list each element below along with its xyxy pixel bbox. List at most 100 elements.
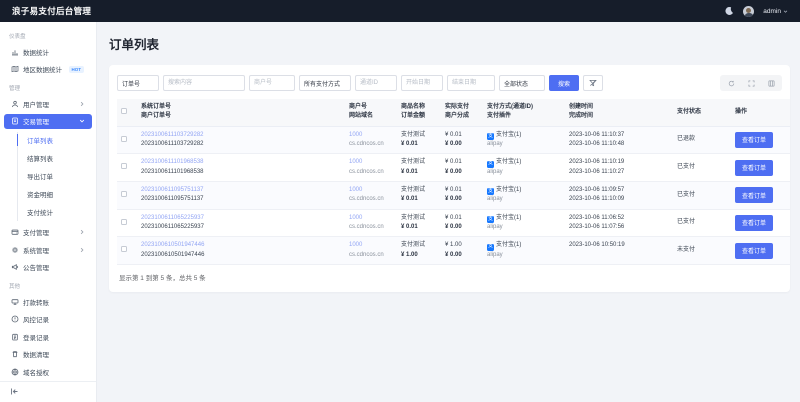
column-settings-icon[interactable]: [761, 76, 781, 90]
row-checkbox[interactable]: [121, 191, 127, 197]
row-checkbox[interactable]: [121, 163, 127, 169]
chevron-right-icon: [79, 229, 85, 235]
sidebar-item-pay-manage[interactable]: 支付管理: [4, 224, 92, 240]
page-title: 订单列表: [109, 34, 790, 53]
created-time: 2023-10-06 10:50:19: [569, 241, 669, 250]
sidebar-subitem-export-order[interactable]: 导出订单: [0, 167, 96, 185]
col-product: 商品名称订单金额: [397, 99, 441, 126]
row-checkbox[interactable]: [121, 136, 127, 142]
avatar[interactable]: [743, 6, 754, 17]
system-order-no-link[interactable]: 2023100611101968538: [141, 158, 341, 167]
col-pay-method: 支付方式(通道ID)支付插件: [483, 99, 565, 126]
view-order-button[interactable]: 查看订单: [735, 132, 773, 148]
merchant-id-link[interactable]: 1000: [349, 186, 393, 195]
pay-plugin: alipay: [487, 168, 561, 177]
alipay-icon: 支: [487, 188, 494, 195]
sidebar-subitem-settle-list[interactable]: 结算列表: [0, 149, 96, 167]
created-time: 2023-10-06 11:06:52: [569, 214, 669, 223]
sidebar-item-user-manage[interactable]: 用户管理: [4, 96, 92, 112]
sidebar-item-transfer[interactable]: 打款转账: [4, 294, 92, 310]
sidebar-item-data-clean[interactable]: 数据清理: [4, 346, 92, 362]
collapse-sidebar-icon[interactable]: [10, 387, 19, 396]
created-time: 2023-10-06 11:10:37: [569, 131, 669, 140]
select-all-checkbox[interactable]: [121, 108, 127, 114]
completed-time: 2023-10-06 11:10:27: [569, 168, 669, 177]
status-select[interactable]: 全部状态: [499, 75, 545, 91]
sidebar-subitem-fund-detail[interactable]: 资金明细: [0, 185, 96, 203]
chevron-down-icon: [79, 118, 85, 124]
user-menu[interactable]: admin: [763, 8, 788, 15]
view-order-button[interactable]: 查看订单: [735, 187, 773, 203]
clear-filter-button[interactable]: [583, 75, 603, 91]
app-title: 浪子易支付后台管理: [12, 5, 91, 17]
sidebar-subitem-order-list[interactable]: 订单列表: [0, 131, 96, 149]
channel-id-input[interactable]: [355, 75, 397, 91]
table-row: 2023100611095751137 2023100611095751137 …: [117, 181, 790, 209]
globe-icon: [11, 368, 19, 376]
sidebar-item-label: 数据清理: [23, 349, 49, 359]
system-order-no-link[interactable]: 2023100611103729282: [141, 131, 341, 140]
sidebar-item-trade-manage[interactable]: 交易管理: [4, 114, 92, 130]
clipboard-icon: [11, 333, 19, 341]
dark-mode-icon[interactable]: [724, 6, 734, 16]
merchant-share: ¥ 0.00: [445, 223, 479, 232]
system-order-no-link[interactable]: 2023100611095751137: [141, 186, 341, 195]
site-domain: cs.cdncos.cn: [349, 168, 393, 177]
sidebar-item-domain-auth[interactable]: 域名授权: [4, 364, 92, 380]
sidebar-item-sys-manage[interactable]: 系统管理: [4, 242, 92, 258]
row-checkbox[interactable]: [121, 246, 127, 252]
status-badge: 已支付: [673, 154, 731, 182]
merchant-id-link[interactable]: 1000: [349, 214, 393, 223]
orders-table: 系统订单号商户订单号 商户号网站域名 商品名称订单金额 实际支付商户分成 支付方: [117, 99, 790, 265]
section-other-label: 其他: [0, 276, 96, 293]
system-order-no-link[interactable]: 2023100611065225937: [141, 214, 341, 223]
completed-time: 2023-10-06 11:10:48: [569, 140, 669, 149]
sidebar-item-login-log[interactable]: 登录记录: [4, 329, 92, 345]
wallet-icon: [11, 228, 19, 236]
merchant-id-link[interactable]: 1000: [349, 158, 393, 167]
merchant-id-input[interactable]: [249, 75, 295, 91]
view-order-button[interactable]: 查看订单: [735, 215, 773, 231]
fullscreen-icon[interactable]: [741, 76, 761, 90]
view-order-button[interactable]: 查看订单: [735, 243, 773, 259]
row-checkbox[interactable]: [121, 219, 127, 225]
gear-icon: [11, 246, 19, 254]
merchant-share: ¥ 0.00: [445, 168, 479, 177]
merchant-order-no: 2023100611101968538: [141, 168, 341, 177]
search-button[interactable]: 搜索: [549, 75, 579, 91]
merchant-id-link[interactable]: 1000: [349, 131, 393, 140]
sidebar-item-label: 地区数据统计: [23, 64, 62, 74]
status-badge: 已支付: [673, 209, 731, 237]
product-name: 支付测试: [401, 158, 437, 167]
pay-method-select[interactable]: 所有支付方式: [299, 75, 351, 91]
sidebar-item-notice-manage[interactable]: 公告管理: [4, 259, 92, 275]
main-content: 订单列表 订单号 所有支付方式 全部状态 搜索: [97, 22, 800, 402]
alipay-icon: 支: [487, 133, 494, 140]
product-name: 支付测试: [401, 214, 437, 223]
sidebar-item-data-stats[interactable]: 数据统计: [4, 44, 92, 60]
site-domain: cs.cdncos.cn: [349, 223, 393, 232]
pay-plugin: alipay: [487, 223, 561, 232]
chevron-right-icon: [79, 247, 85, 253]
pay-plugin: alipay: [487, 140, 561, 149]
sidebar-item-region-stats[interactable]: 地区数据统计 HOT: [4, 62, 92, 78]
status-badge: 已退款: [673, 126, 731, 154]
merchant-id-link[interactable]: 1000: [349, 241, 393, 250]
search-input[interactable]: [163, 75, 245, 91]
system-order-no-link[interactable]: 2023100610501947446: [141, 241, 341, 250]
select-value: 所有支付方式: [304, 79, 340, 88]
refresh-icon[interactable]: [721, 76, 741, 90]
order-amount: ¥ 0.01: [401, 140, 437, 149]
view-order-button[interactable]: 查看订单: [735, 160, 773, 176]
alipay-icon: 支: [487, 216, 494, 223]
pay-plugin: alipay: [487, 195, 561, 204]
sidebar-item-label: 公告管理: [23, 262, 49, 272]
start-date-input[interactable]: [401, 75, 443, 91]
end-date-input[interactable]: [447, 75, 495, 91]
sidebar: 仪表盘 数据统计 地区数据统计 HOT 管理 用户管理: [0, 22, 97, 402]
user-icon: [11, 100, 19, 108]
actual-paid: ¥ 0.01: [445, 186, 479, 195]
order-no-type-select[interactable]: 订单号: [117, 75, 159, 91]
sidebar-item-risk-log[interactable]: 风控记录: [4, 311, 92, 327]
sidebar-subitem-pay-stats[interactable]: 支付统计: [0, 203, 96, 221]
